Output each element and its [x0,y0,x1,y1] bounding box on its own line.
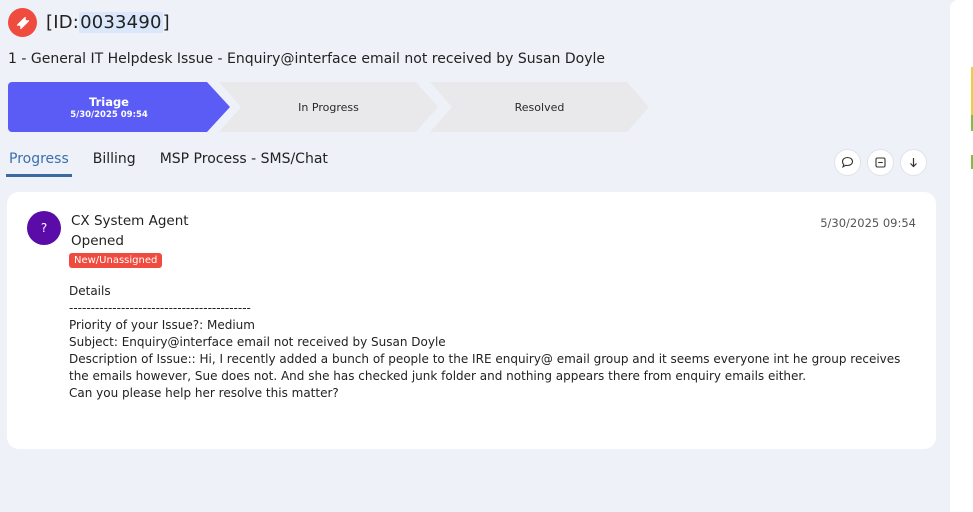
details-priority: Priority of your Issue?: Medium [69,318,255,332]
status-badge: New/Unassigned [69,253,163,268]
avatar: ? [27,211,61,245]
entry-author: CX System Agent [71,213,189,229]
details-heading: Details [69,284,111,298]
stage-name: Triage [89,94,129,109]
arrow-down-icon [910,158,917,168]
stage-name: Resolved [514,100,565,114]
details-description: Description of Issue:: Hi, I recently ad… [69,352,905,383]
comment-button[interactable] [834,149,861,176]
stage-resolved[interactable]: Resolved [430,82,649,132]
sort-down-button[interactable] [900,149,927,176]
entry-details: Details --------------------------------… [69,283,919,402]
ticket-subject: 1 - General IT Helpdesk Issue - Enquiry@… [8,51,605,67]
tab-msp-process[interactable]: MSP Process - SMS/Chat [157,148,331,177]
comment-icon [841,156,854,168]
details-request: Can you please help her resolve this mat… [69,386,339,400]
tab-billing[interactable]: Billing [90,148,139,177]
ticket-icon [8,8,37,37]
ticket-id-number[interactable]: 0033490 [79,12,163,33]
entry-action: Opened [71,233,124,249]
stage-progress-bar: Triage 5/30/2025 09:54 In Progress Resol… [8,82,658,132]
activity-entry-card: ? CX System Agent Opened New/Unassigned … [7,192,936,449]
details-divider: ----------------------------------------… [69,301,251,315]
collapse-icon [875,157,886,168]
tab-bar: Progress Billing MSP Process - SMS/Chat [6,148,349,177]
collapse-button[interactable] [867,149,894,176]
stage-date: 5/30/2025 09:54 [70,109,148,120]
ticket-id: [ID:0033490] [46,12,170,33]
entry-timestamp: 5/30/2025 09:54 [820,216,916,230]
stage-name: In Progress [298,100,359,114]
details-subject: Subject: Enquiry@interface email not rec… [69,335,446,349]
stage-in-progress[interactable]: In Progress [219,82,438,132]
ticket-header: [ID:0033490] [8,8,170,37]
stage-triage[interactable]: Triage 5/30/2025 09:54 [8,82,230,132]
right-side-panel [950,0,973,512]
action-buttons [834,149,933,176]
tab-progress[interactable]: Progress [6,148,72,177]
